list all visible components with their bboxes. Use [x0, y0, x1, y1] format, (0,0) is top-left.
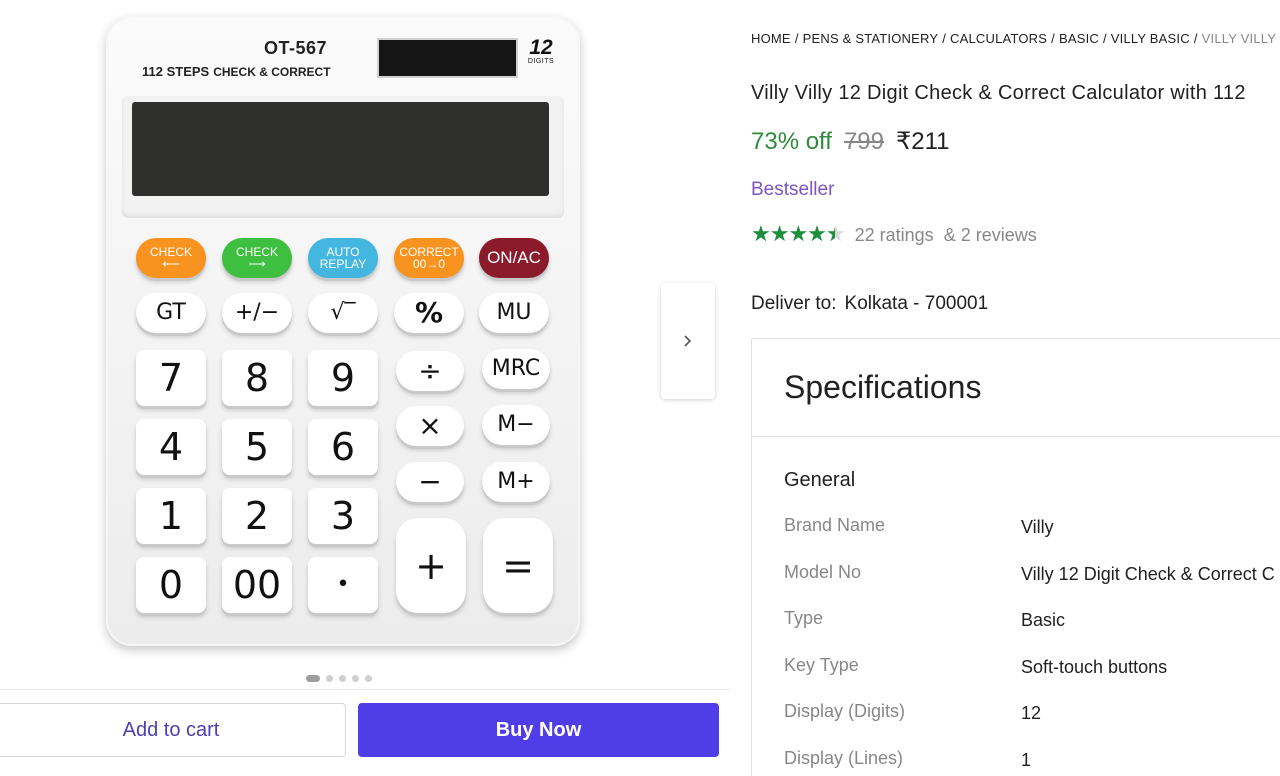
- key-7: 7: [136, 350, 206, 406]
- key-6: 6: [308, 419, 378, 475]
- carousel-indicator: [306, 675, 372, 682]
- breadcrumb-villy-basic[interactable]: VILLY BASIC: [1111, 31, 1190, 46]
- key-1: 1: [136, 488, 206, 544]
- spec-table: Brand Name Villy Model No Villy 12 Digit C…: [784, 514, 1280, 776]
- carousel-dot[interactable]: [339, 675, 346, 682]
- spec-row: Key Type Soft-touch buttons: [784, 654, 1280, 701]
- key-multiply: ×: [396, 406, 464, 446]
- product-image-calculator[interactable]: OT-567 112 STEPS CHECK & CORRECT 12 DIGIT…: [106, 16, 580, 646]
- spec-value: 12: [1021, 703, 1042, 723]
- key-auto-replay: AUTO REPLAY: [308, 238, 378, 278]
- key-check-back: CHECK ⟵: [136, 238, 206, 278]
- spec-key: Brand Name: [784, 515, 886, 535]
- breadcrumb-calculators[interactable]: CALCULATORS: [950, 31, 1047, 46]
- spec-row: Display (Lines) 1: [784, 747, 1280, 776]
- price-row: 73% off 799 ₹211: [751, 127, 950, 156]
- key-0: 0: [136, 557, 206, 613]
- key-mu: MU: [479, 293, 549, 333]
- key-check-forward: CHECK ⟶: [222, 238, 292, 278]
- breadcrumb: HOME / PENS & STATIONERY / CALCULATORS / BASIC…: [751, 31, 1277, 46]
- calculator-steps-label: 112 STEPS CHECK & CORRECT: [142, 64, 331, 79]
- add-to-cart-button[interactable]: Add to cart: [0, 703, 346, 757]
- digits-logo: 12 DIGITS: [527, 36, 555, 65]
- breadcrumb-home[interactable]: HOME: [751, 31, 791, 46]
- key-m-minus: M−: [482, 405, 550, 445]
- key-correct: CORRECT 00→0: [394, 238, 464, 278]
- key-on-ac: ON/AC: [479, 238, 549, 278]
- bestseller-badge: Bestseller: [751, 179, 835, 200]
- key-gt: GT: [136, 293, 206, 333]
- chevron-right-icon: [684, 335, 692, 347]
- key-00: 00: [222, 557, 292, 613]
- spec-key: Key Type: [784, 654, 859, 675]
- carousel-next-button[interactable]: [661, 283, 715, 399]
- key-divide: ÷: [396, 351, 464, 391]
- spec-value: Villy: [1021, 517, 1054, 537]
- spec-row: Model No Villy 12 Digit Check & Correct C: [784, 561, 1280, 608]
- spec-value: Soft-touch buttons: [1021, 656, 1168, 677]
- spec-value: Basic: [1021, 610, 1066, 630]
- key-5: 5: [222, 419, 292, 475]
- key-4: 4: [136, 419, 206, 475]
- ratings-count[interactable]: 22 ratings: [855, 225, 934, 246]
- breadcrumb-basic[interactable]: BASIC: [1059, 31, 1099, 46]
- breadcrumb-pens-stationery[interactable]: PENS & STATIONERY: [803, 31, 939, 46]
- spec-row: Type Basic: [784, 607, 1280, 654]
- reviews-count[interactable]: & 2 reviews: [944, 225, 1037, 246]
- product-gallery: OT-567 112 STEPS CHECK & CORRECT 12 DIGIT…: [0, 0, 730, 776]
- key-8: 8: [222, 350, 292, 406]
- key-3: 3: [308, 488, 378, 544]
- breadcrumb-current: VILLY VILLY: [1201, 31, 1277, 46]
- carousel-dot[interactable]: [352, 675, 359, 682]
- spec-row: Display (Digits) 12: [784, 700, 1280, 747]
- calculator-display: [132, 102, 549, 196]
- star-rating-icon: ★★★★★ ★★★★★: [751, 222, 846, 247]
- solar-panel: [377, 38, 518, 78]
- spec-section-general: General: [784, 469, 856, 491]
- spec-key: Display (Digits): [784, 701, 906, 721]
- key-equals: =: [483, 518, 553, 613]
- calculator-model-label: OT-567: [264, 38, 328, 58]
- buy-now-button[interactable]: Buy Now: [358, 703, 719, 757]
- key-plus: +: [396, 518, 466, 613]
- delivery-location[interactable]: Deliver to: Kolkata - 700001: [751, 293, 988, 315]
- deliver-to-label: Deliver to:: [751, 293, 837, 314]
- spec-value: Villy 12 Digit Check & Correct C: [1021, 563, 1275, 584]
- original-price: 799: [843, 128, 884, 155]
- carousel-dot[interactable]: [306, 675, 320, 682]
- key-2: 2: [222, 488, 292, 544]
- key-percent: %: [394, 293, 464, 333]
- spec-value: 1: [1021, 749, 1032, 770]
- rating-row[interactable]: ★★★★★ ★★★★★ 22 ratings & 2 reviews: [751, 223, 1037, 247]
- key-mrc: MRC: [482, 349, 550, 389]
- spec-row: Brand Name Villy: [784, 514, 1280, 561]
- key-m-plus: M+: [482, 462, 550, 502]
- carousel-dot[interactable]: [326, 675, 333, 682]
- key-9: 9: [308, 350, 378, 406]
- carousel-dot[interactable]: [365, 675, 372, 682]
- spec-key: Type: [784, 608, 824, 628]
- key-decimal: •: [308, 557, 378, 613]
- spec-key: Display (Lines): [784, 747, 904, 768]
- delivery-pincode[interactable]: Kolkata - 700001: [845, 293, 989, 314]
- specifications-card: Specifications General Brand Name Villy M…: [751, 338, 1280, 776]
- key-minus: −: [396, 462, 464, 502]
- key-sqrt: √‾: [308, 293, 378, 333]
- discount-percent: 73% off: [751, 128, 832, 155]
- spec-key: Model No: [784, 561, 862, 582]
- key-plus-minus: +/−: [222, 293, 292, 333]
- action-bar: Add to cart Buy Now: [0, 689, 730, 776]
- product-title: Villy Villy 12 Digit Check & Correct Cal…: [751, 82, 1246, 104]
- specifications-heading: Specifications: [752, 339, 1280, 437]
- product-info: HOME / PENS & STATIONERY / CALCULATORS / BASIC…: [751, 0, 1280, 776]
- selling-price: ₹211: [896, 128, 950, 155]
